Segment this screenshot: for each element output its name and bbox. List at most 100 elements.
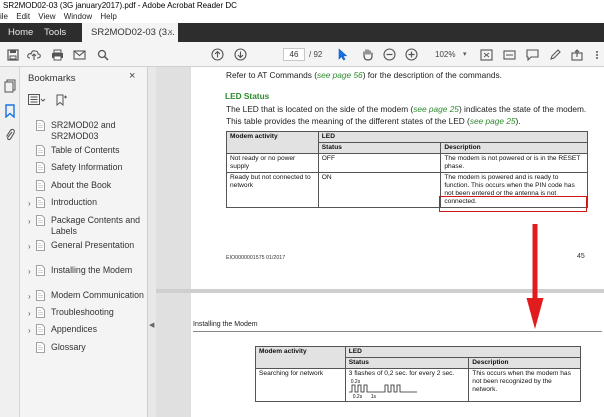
page-link[interactable]: see page 56 <box>317 70 363 80</box>
table-cell: Ready but not connected to network <box>226 172 319 208</box>
hand-icon[interactable] <box>358 46 376 63</box>
page-link[interactable]: see page 25 <box>470 116 516 126</box>
waveform-label: 0.2s <box>352 394 363 400</box>
table-row: Searching for network 3 flashes of 0,2 s… <box>255 368 581 402</box>
share-icon[interactable] <box>568 46 586 63</box>
menu-help[interactable]: Help <box>97 11 119 23</box>
page-number-input[interactable]: 46 <box>283 48 305 61</box>
bookmark-item[interactable]: › Modem Communication <box>20 289 148 306</box>
menu-edit[interactable]: Edit <box>13 11 33 23</box>
table-header-status: Status <box>317 142 442 154</box>
save-icon[interactable] <box>4 46 22 63</box>
bookmark-item[interactable]: Glossary <box>20 341 148 358</box>
zoom-in-icon[interactable] <box>402 46 420 63</box>
led-description-line1: The LED that is located on the side of t… <box>226 104 586 114</box>
bookmark-label: Appendices <box>51 324 97 335</box>
zoom-out-icon[interactable] <box>380 46 398 63</box>
zoom-level[interactable]: 102% <box>435 48 461 61</box>
bookmark-item[interactable]: › Package Contents and Labels <box>20 214 148 239</box>
bookmark-label: Table of Contents <box>51 145 120 155</box>
bookmark-label: SR2MOD02 and SR2MOD03 <box>51 120 116 141</box>
table-header-description: Description <box>468 357 581 369</box>
bookmark-item[interactable]: › Troubleshooting <box>20 306 148 323</box>
tab-home[interactable]: Home <box>0 23 40 42</box>
table-header-led: LED <box>317 131 589 143</box>
bookmark-item[interactable]: › Appendices <box>20 323 148 340</box>
bookmark-item[interactable]: About the Book <box>20 179 148 196</box>
bookmark-item[interactable]: › Installing the Modem <box>20 264 148 289</box>
tab-close-icon[interactable]: × <box>168 23 173 42</box>
attachments-icon[interactable] <box>2 127 18 143</box>
bookmark-page-icon <box>36 307 45 318</box>
chevron-right-icon[interactable]: › <box>28 325 31 336</box>
table-cell: OFF <box>317 153 442 173</box>
bookmark-list: SR2MOD02 and SR2MOD03 Table of Contents Sa… <box>20 119 148 358</box>
table-cell: Not ready or no power supply <box>226 153 319 173</box>
bookmark-item[interactable]: › General Presentation <box>20 239 148 264</box>
chevron-right-icon[interactable]: › <box>28 308 31 319</box>
line1-pre: The LED that is located on the side of t… <box>226 104 414 114</box>
add-bookmark-icon[interactable] <box>56 94 67 108</box>
status-text: 3 flashes of 0,2 sec. for every 2 sec. <box>348 370 455 377</box>
page-thumbnails-icon[interactable] <box>2 78 18 94</box>
menu-window[interactable]: Window <box>61 11 95 23</box>
table-cell: ON <box>317 172 442 208</box>
prev-page-icon[interactable] <box>208 46 226 63</box>
select-cursor-icon[interactable] <box>334 46 352 63</box>
led-status-heading: LED Status <box>225 91 270 101</box>
table-row: Not ready or no power supply OFF The mod… <box>226 153 588 173</box>
highlight-box <box>439 196 587 212</box>
bookmark-label: Package Contents and Labels <box>51 214 141 236</box>
bookmark-item[interactable]: Table of Contents <box>20 144 148 161</box>
chevron-right-icon[interactable]: › <box>28 198 31 209</box>
bookmark-page-icon <box>36 162 45 174</box>
running-header: Installing the Modem <box>193 321 258 328</box>
header-rule <box>193 331 602 332</box>
bookmarks-icon[interactable] <box>2 103 18 119</box>
bookmarks-panel: Bookmarks × SR2MOD02 and SR2MOD03 Table o… <box>20 67 148 417</box>
menu-bar: ile Edit View Window Help <box>0 11 604 23</box>
panel-splitter[interactable]: ◀ <box>148 67 156 417</box>
bookmark-item[interactable]: SR2MOD02 and SR2MOD03 <box>20 119 148 144</box>
page-total: / 92 <box>309 50 323 59</box>
print-icon[interactable] <box>48 46 66 63</box>
menu-view[interactable]: View <box>35 11 58 23</box>
bookmark-label: Installing the Modem <box>51 264 133 275</box>
collapse-panel-icon[interactable]: ◀ <box>149 321 154 329</box>
chevron-right-icon[interactable]: › <box>28 241 31 252</box>
led-status-table-continued: Modem activity LED Status Description Se… <box>255 346 582 402</box>
menu-file[interactable]: ile <box>0 11 11 23</box>
bookmark-item[interactable]: › Introduction <box>20 196 148 213</box>
close-panel-icon[interactable]: × <box>129 70 135 82</box>
more-icon[interactable] <box>588 46 604 63</box>
bookmark-page-icon <box>36 341 45 353</box>
bookmark-page-icon <box>36 214 45 226</box>
navigation-rail <box>0 67 20 417</box>
bookmark-page-icon <box>36 197 45 209</box>
table-cell: The modem is not powered or is in the RE… <box>440 153 588 173</box>
next-page-icon[interactable] <box>231 46 249 63</box>
draw-icon[interactable] <box>546 46 564 63</box>
table-header-status: Status <box>344 357 470 369</box>
chevron-right-icon[interactable]: › <box>28 291 31 302</box>
page-link[interactable]: see page 25 <box>413 104 459 114</box>
line2-post: ). <box>515 116 521 126</box>
document-view[interactable]: Refer to AT Commands (see page 56) for t… <box>156 67 604 417</box>
marquee-zoom-icon[interactable] <box>477 46 495 63</box>
upload-icon[interactable] <box>25 46 43 63</box>
options-menu-icon[interactable] <box>28 94 46 108</box>
chevron-right-icon[interactable]: › <box>28 266 31 277</box>
table-cell-status: 3 flashes of 0,2 sec. for every 2 sec. 0… <box>344 368 470 402</box>
tab-document[interactable]: SR2MOD02-03 (3... × <box>82 23 178 42</box>
bookmark-page-icon <box>36 289 45 301</box>
comment-icon[interactable] <box>523 46 541 63</box>
window-title: SR2MOD02-03 (3G january2017).pdf - Adobe… <box>0 0 604 11</box>
chevron-right-icon[interactable]: › <box>28 216 31 227</box>
search-icon[interactable] <box>94 46 112 63</box>
zoom-dropdown-icon[interactable]: ▾ <box>463 48 467 61</box>
bookmark-item[interactable]: Safety Information <box>20 161 148 178</box>
fit-page-icon[interactable] <box>500 46 518 63</box>
tab-tools[interactable]: Tools <box>40 23 78 42</box>
bookmark-label: Troubleshooting <box>51 306 114 317</box>
email-icon[interactable] <box>70 46 88 63</box>
